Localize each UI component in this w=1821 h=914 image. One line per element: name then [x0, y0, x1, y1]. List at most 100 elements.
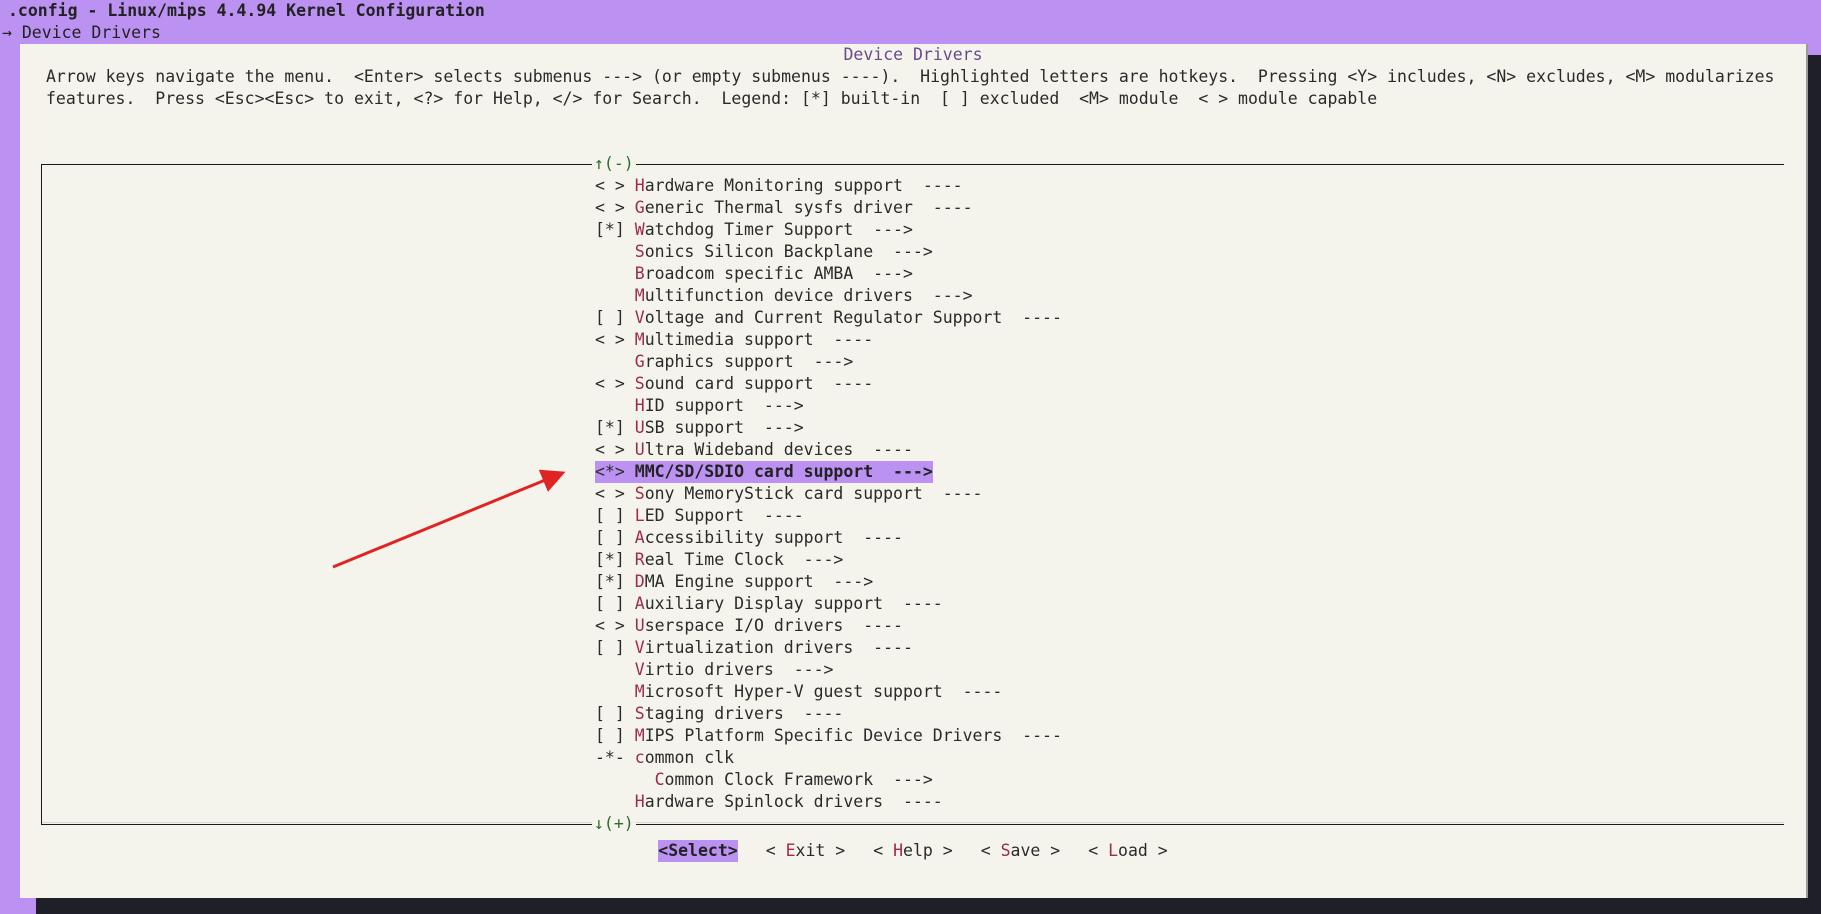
menu-item[interactable]: Broadcom specific AMBA --->: [595, 263, 1062, 285]
menu-item-content: Microsoft Hyper-V guest support ----: [595, 681, 1003, 703]
menu-item[interactable]: [*] Real Time Clock --->: [595, 549, 1062, 571]
menu-item-hotkey: S: [634, 704, 645, 723]
menu-item[interactable]: < > Hardware Monitoring support ----: [595, 175, 1062, 197]
menu-item-label: Accessibility support ----: [635, 528, 903, 547]
button-close: >: [932, 841, 953, 860]
menu-item-text: ED Support ----: [644, 506, 804, 525]
menu-item-content: Graphics support --->: [595, 351, 854, 373]
button-open: <: [980, 841, 1001, 860]
menu-item[interactable]: [ ] Auxiliary Display support ----: [595, 593, 1062, 615]
menu-item-state: < >: [595, 374, 635, 393]
menu-top-border: [42, 164, 1784, 165]
menu-item[interactable]: [ ] Virtualization drivers ----: [595, 637, 1062, 659]
menu-item[interactable]: Hardware Spinlock drivers ----: [595, 791, 1062, 813]
menu-item-state: < >: [595, 330, 635, 349]
menu-item-text: ccessibility support ----: [644, 528, 903, 547]
menu-item-content: Broadcom specific AMBA --->: [595, 263, 913, 285]
menu-item-label: common clk: [635, 748, 734, 767]
menu-item-text: ID support --->: [644, 396, 804, 415]
menu-item-label: Hardware Spinlock drivers ----: [635, 792, 943, 811]
menu-item-hotkey: S: [634, 484, 645, 503]
menu-item-hotkey: S: [634, 374, 645, 393]
menu-item-hotkey: B: [634, 264, 645, 283]
menu-item-label: MMC/SD/SDIO card support --->: [635, 462, 933, 481]
menu-item-text: onics Silicon Backplane --->: [644, 242, 933, 261]
menu-item[interactable]: < > Sony MemoryStick card support ----: [595, 483, 1062, 505]
menu-item-content: <*> MMC/SD/SDIO card support --->: [595, 461, 933, 483]
menu-item-label: Generic Thermal sysfs driver ----: [635, 198, 973, 217]
menu-item[interactable]: Microsoft Hyper-V guest support ----: [595, 681, 1062, 703]
menu-item[interactable]: < > Generic Thermal sysfs driver ----: [595, 197, 1062, 219]
menu-item-hotkey: M: [634, 286, 645, 305]
menu-item[interactable]: [*] DMA Engine support --->: [595, 571, 1062, 593]
button-load[interactable]: < Load >: [1088, 840, 1168, 862]
menu-item[interactable]: < > Ultra Wideband devices ----: [595, 439, 1062, 461]
menu-item-label: Staging drivers ----: [635, 704, 844, 723]
menu-item[interactable]: [ ] Staging drivers ----: [595, 703, 1062, 725]
menu-item[interactable]: -*- common clk: [595, 747, 1062, 769]
menu-item-state: [ ]: [595, 726, 635, 745]
menu-item-state: < >: [595, 616, 635, 635]
menu-item[interactable]: < > Multimedia support ----: [595, 329, 1062, 351]
menu-item[interactable]: [*] USB support --->: [595, 417, 1062, 439]
menu-item[interactable]: [ ] Voltage and Current Regulator Suppor…: [595, 307, 1062, 329]
menu-item[interactable]: < > Userspace I/O drivers ----: [595, 615, 1062, 637]
menu-item-label: Broadcom specific AMBA --->: [635, 264, 913, 283]
menu-item-label: Multifunction device drivers --->: [635, 286, 973, 305]
menu-item-hotkey: W: [634, 220, 645, 239]
button-exit[interactable]: < Exit >: [766, 840, 846, 862]
menu-item-hotkey: V: [634, 660, 645, 679]
scroll-down-indicator[interactable]: ↓(+): [592, 813, 636, 835]
button-hotkey: H: [893, 841, 904, 860]
menu-item-hotkey: A: [634, 528, 645, 547]
menu-item-content: Virtio drivers --->: [595, 659, 834, 681]
menu-item[interactable]: < > Sound card support ----: [595, 373, 1062, 395]
menu-item[interactable]: <*> MMC/SD/SDIO card support --->: [595, 461, 1062, 483]
menu-item-content: [*] Watchdog Timer Support --->: [595, 219, 913, 241]
button-help[interactable]: < Help >: [873, 840, 953, 862]
menu-item[interactable]: [*] Watchdog Timer Support --->: [595, 219, 1062, 241]
menu-item[interactable]: Graphics support --->: [595, 351, 1062, 373]
menu-item-state: [595, 286, 635, 305]
menu-item-text: ommon Clock Framework --->: [664, 770, 933, 789]
menu-item[interactable]: [ ] LED Support ----: [595, 505, 1062, 527]
menu-item-text: IPS Platform Specific Device Drivers ---…: [644, 726, 1062, 745]
menu-item-label: Sony MemoryStick card support ----: [635, 484, 983, 503]
menu-item[interactable]: HID support --->: [595, 395, 1062, 417]
menu-item[interactable]: Multifunction device drivers --->: [595, 285, 1062, 307]
menu-item-text: icrosoft Hyper-V guest support ----: [644, 682, 1003, 701]
menu-item-label: Sound card support ----: [635, 374, 873, 393]
button-select[interactable]: <Select>: [658, 840, 738, 862]
menu-item-content: < > Ultra Wideband devices ----: [595, 439, 913, 461]
scroll-up-indicator[interactable]: ↑(-): [592, 153, 636, 175]
menu-item-hotkey: M: [634, 462, 645, 481]
menu-item[interactable]: [ ] Accessibility support ----: [595, 527, 1062, 549]
menu-item-state: < >: [595, 198, 635, 217]
menu-item[interactable]: [ ] MIPS Platform Specific Device Driver…: [595, 725, 1062, 747]
menu-item-content: [ ] MIPS Platform Specific Device Driver…: [595, 725, 1062, 747]
menu-item-hotkey: U: [634, 418, 645, 437]
button-close: >: [825, 841, 846, 860]
button-save[interactable]: < Save >: [981, 840, 1061, 862]
menu-item-content: [ ] Staging drivers ----: [595, 703, 843, 725]
menu-item-content: [ ] Accessibility support ----: [595, 527, 903, 549]
menu-item-content: [*] USB support --->: [595, 417, 804, 439]
menu-item-state: [*]: [595, 220, 635, 239]
menu-item-text: ultimedia support ----: [644, 330, 874, 349]
menu-item[interactable]: Virtio drivers --->: [595, 659, 1062, 681]
button-open: <: [1088, 841, 1109, 860]
menu-item-hotkey: D: [634, 572, 645, 591]
menu-item-state: [595, 242, 635, 261]
menu-item-hotkey: H: [634, 396, 645, 415]
menu-item-hotkey: G: [634, 352, 645, 371]
menu-item-label: Hardware Monitoring support ----: [635, 176, 963, 195]
menu-item-state: [*]: [595, 572, 635, 591]
menu-item[interactable]: Common Clock Framework --->: [595, 769, 1062, 791]
button-rest: ave: [1010, 841, 1041, 860]
menu-item-label: USB support --->: [635, 418, 804, 437]
menu-item[interactable]: Sonics Silicon Backplane --->: [595, 241, 1062, 263]
menu-item-state: [595, 770, 655, 789]
menu-item-content: [*] Real Time Clock --->: [595, 549, 843, 571]
menu-item-label: Microsoft Hyper-V guest support ----: [635, 682, 1003, 701]
menu-item-text: MC/SD/SDIO card support --->: [644, 462, 933, 481]
